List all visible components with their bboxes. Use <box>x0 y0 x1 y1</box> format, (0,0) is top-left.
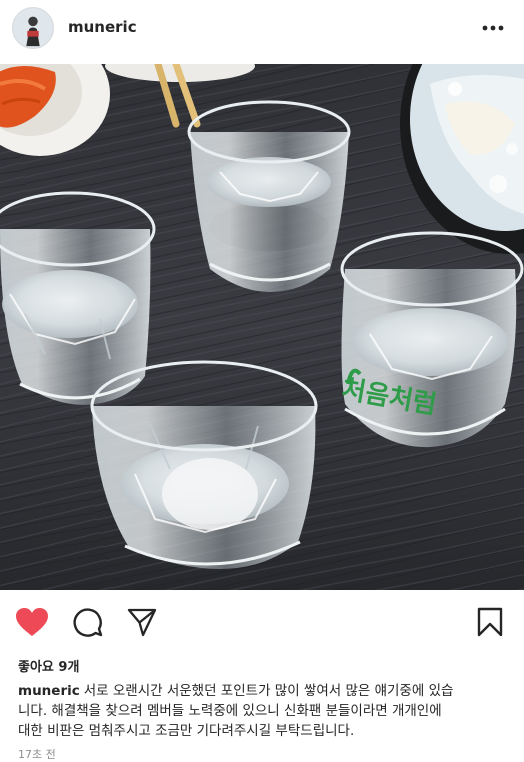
caption-username[interactable]: muneric <box>18 683 80 699</box>
send-icon[interactable] <box>124 604 160 640</box>
caption-line-3: 대한 비판은 멈춰주시고 조금만 기다려주시길 부탁드립니다. <box>18 723 355 739</box>
post-caption: muneric 서로 오랜시간 서운했던 포인트가 많이 쌓여서 많은 얘기중에 … <box>18 681 512 741</box>
comment-icon[interactable] <box>70 604 106 640</box>
bookmark-icon[interactable] <box>472 604 508 640</box>
likes-count[interactable]: 좋아요 9개 <box>18 656 79 675</box>
caption-line-2: 니다. 해결책을 찾으려 멤버들 노력중에 있으니 신화팬 분들이라면 개개인에 <box>18 703 442 719</box>
post-username[interactable]: muneric <box>68 18 137 36</box>
avatar-image <box>13 8 53 48</box>
more-options-icon[interactable] <box>478 16 508 40</box>
caption-line-1: muneric 서로 오랜시간 서운했던 포인트가 많이 쌓여서 많은 얘기중에 … <box>18 683 454 699</box>
post-actions <box>0 600 524 644</box>
heart-filled-icon[interactable] <box>14 604 50 640</box>
post-photo[interactable]: 처음처럼 <box>0 64 524 590</box>
post-header: muneric <box>0 0 524 60</box>
post-timestamp: 17초 전 <box>18 748 56 761</box>
avatar[interactable] <box>12 7 54 49</box>
